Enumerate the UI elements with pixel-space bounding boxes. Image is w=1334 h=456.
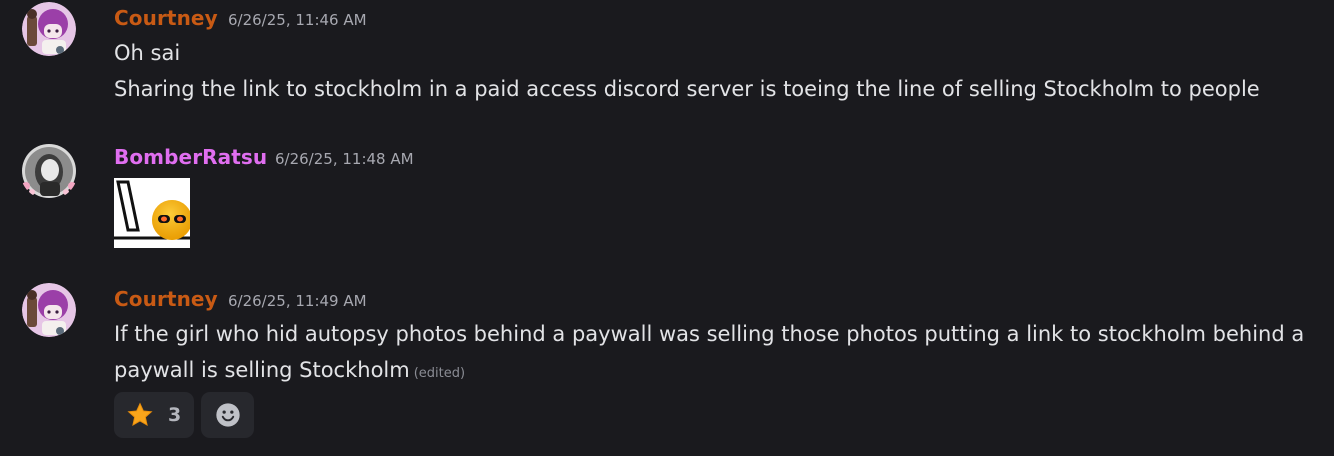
reaction-star[interactable]: 3 xyxy=(114,392,194,438)
avatar-courtney[interactable] xyxy=(22,2,76,56)
add-reaction-button[interactable] xyxy=(201,392,254,438)
courtney-avatar-image xyxy=(22,283,76,337)
message-text-line: If the girl who hid autopsy photos behin… xyxy=(114,322,1305,346)
message-text-line: Oh sai xyxy=(114,41,181,65)
message-text-line: paywall is selling Stockholm (edited) xyxy=(114,358,465,382)
add-reaction-icon xyxy=(215,403,240,427)
reaction-count: 3 xyxy=(168,404,182,426)
message-3: Courtney 6/26/25, 11:49 AM If the girl w… xyxy=(0,280,1334,456)
edited-label: (edited) xyxy=(413,366,466,381)
message-timestamp: 6/26/25, 11:46 AM xyxy=(228,11,367,29)
avatar-bomberratsu[interactable] xyxy=(20,142,78,200)
avatar-courtney[interactable] xyxy=(22,283,76,337)
bomberratsu-avatar-image xyxy=(22,144,76,198)
sticker-attachment[interactable] xyxy=(114,178,192,248)
star-emoji-icon xyxy=(127,402,153,426)
username-courtney[interactable]: Courtney xyxy=(114,6,218,30)
message-text: paywall is selling Stockholm xyxy=(114,358,410,382)
username-courtney[interactable]: Courtney xyxy=(114,287,218,311)
message-text-line: Sharing the link to stockholm in a paid … xyxy=(114,77,1260,101)
message-timestamp: 6/26/25, 11:48 AM xyxy=(275,150,414,168)
message-2: BomberRatsu 6/26/25, 11:48 AM xyxy=(0,130,1334,260)
message-timestamp: 6/26/25, 11:49 AM xyxy=(228,292,367,310)
courtney-avatar-image xyxy=(22,2,76,56)
username-bomberratsu[interactable]: BomberRatsu xyxy=(114,145,267,169)
message-1: Courtney 6/26/25, 11:46 AM Oh sai Sharin… xyxy=(0,0,1334,120)
sleepy-emoji-sticker-icon xyxy=(114,178,192,248)
